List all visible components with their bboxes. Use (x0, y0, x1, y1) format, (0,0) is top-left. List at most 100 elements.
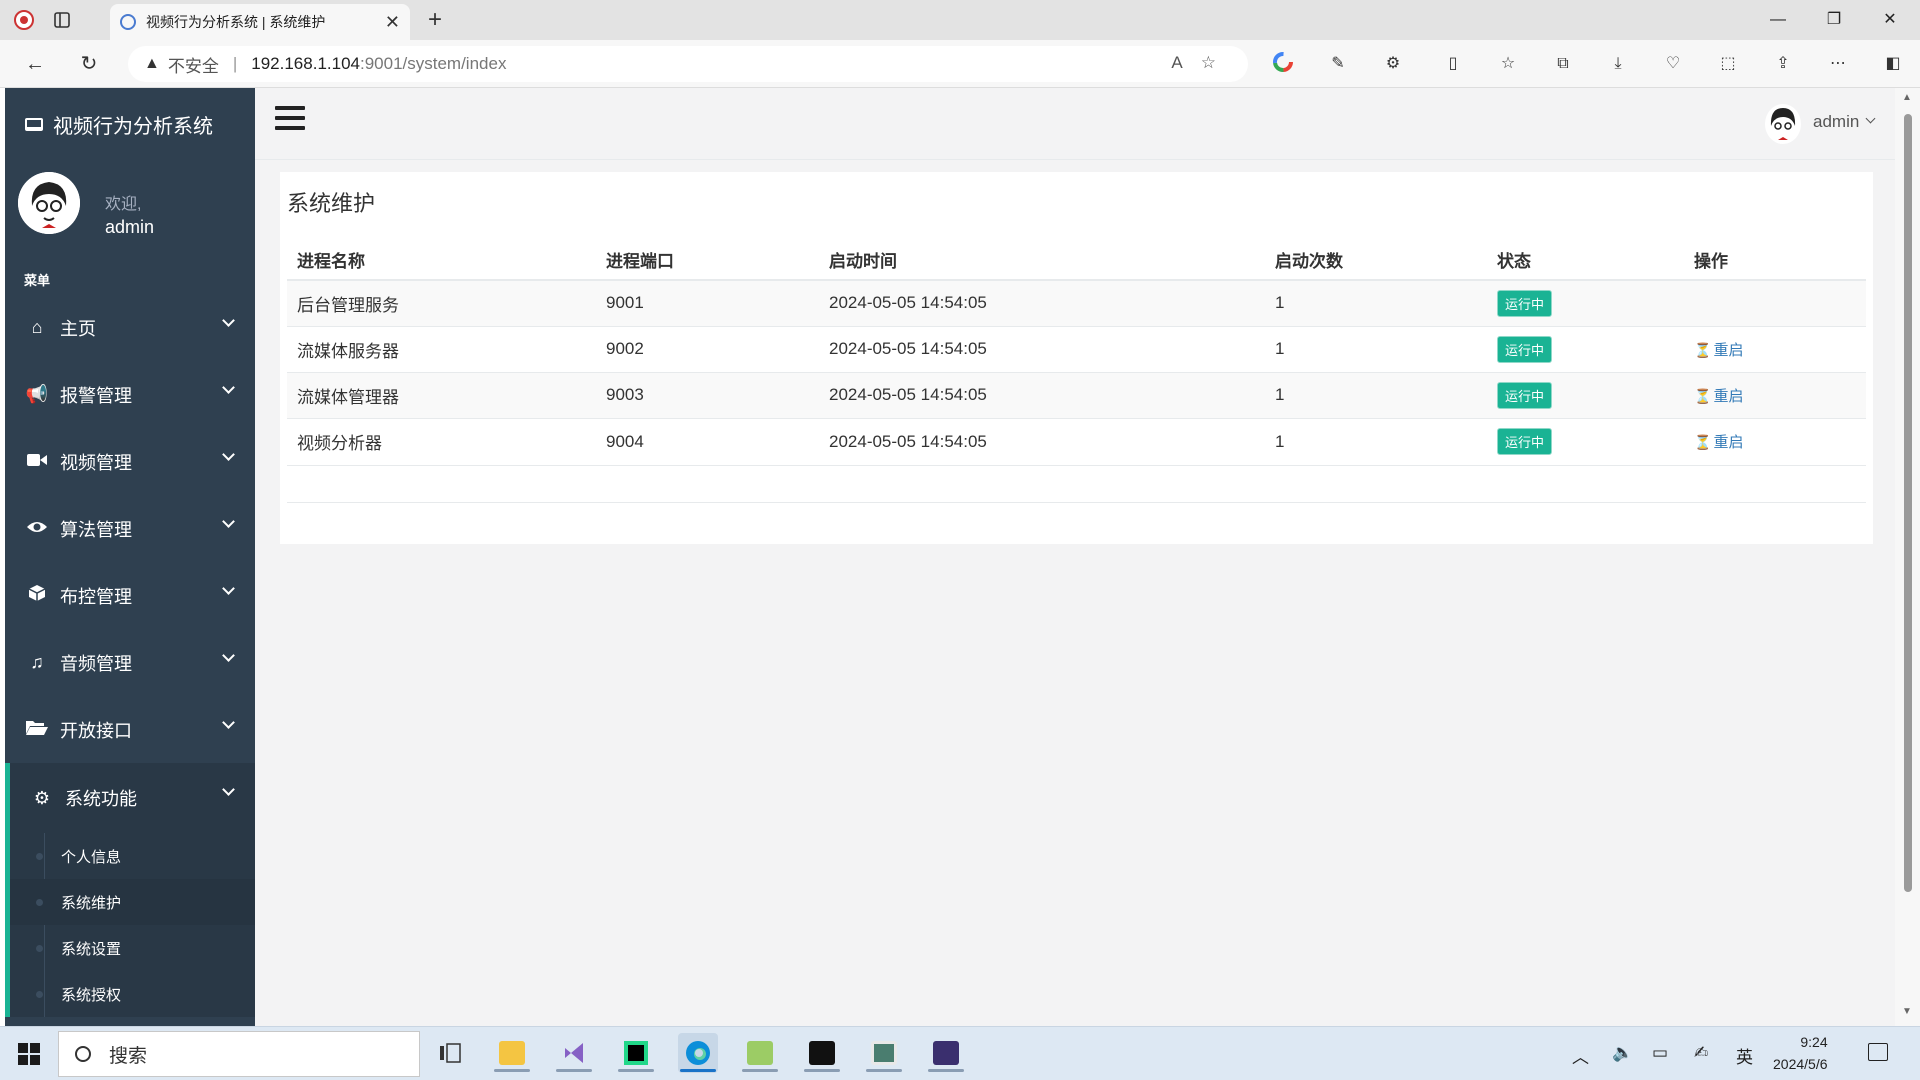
status-badge: 运行中 (1497, 381, 1553, 409)
restart-link[interactable]: ⏳ 重启 (1694, 388, 1743, 405)
avatar[interactable] (18, 172, 80, 234)
terminal-icon[interactable] (802, 1033, 842, 1073)
pen-input-icon[interactable]: ✍ (1694, 1043, 1708, 1063)
remote-desktop-icon[interactable] (864, 1033, 904, 1073)
hamburger-menu-icon[interactable] (275, 106, 305, 134)
tab-actions-icon[interactable] (48, 6, 76, 34)
process-port: 9002 (596, 326, 819, 373)
browser-profile-icon[interactable] (10, 6, 38, 34)
more-icon[interactable]: ⋯ (1825, 52, 1851, 76)
menu-item-algorithm[interactable]: 算法管理 (5, 495, 255, 562)
start-count: 1 (1265, 418, 1487, 466)
menu-item-open-api[interactable]: 开放接口 (5, 696, 255, 763)
restore-button[interactable]: ❐ (1814, 6, 1854, 34)
table-header-row: 进程名称 进程端口 启动时间 启动次数 状态 操作 (287, 240, 1866, 281)
menu-item-alarm[interactable]: 📢 报警管理 (5, 361, 255, 428)
tab-system-maintenance[interactable]: 视频行为分析系统 | 系统维护 ✕ (110, 4, 410, 40)
color-extension-icon[interactable] (1270, 52, 1296, 76)
menu-item-label: 主页 (60, 318, 96, 339)
page-scrollbar[interactable]: ▲ ▼ (1895, 88, 1920, 1026)
submenu-dot (36, 899, 43, 906)
favorites-icon[interactable]: ☆ (1495, 52, 1521, 76)
sidebar: 视频行为分析系统 欢迎, admin 菜单 ⌂ 主页 � (5, 88, 255, 1026)
menu-item-deploy[interactable]: 布控管理 (5, 562, 255, 629)
edge-browser-icon[interactable] (678, 1033, 718, 1073)
scroll-down-icon[interactable]: ▼ (1902, 1006, 1912, 1017)
extensions-icon[interactable]: ⚙ (1380, 52, 1406, 76)
url-bar[interactable]: ▲ 不安全 | 192.168.1.104 :9001/system/index… (128, 46, 1248, 82)
process-port: 9001 (596, 280, 819, 327)
menu-item-system[interactable]: ⚙ 系统功能 (5, 763, 255, 833)
taskbar-search-label: 搜索 (109, 1045, 148, 1067)
submenu-item-label: 系统授权 (61, 986, 122, 1004)
menu-item-label: 音频管理 (60, 653, 132, 674)
scroll-up-icon[interactable]: ▲ (1902, 92, 1912, 103)
restart-link[interactable]: ⏳ 重启 (1694, 342, 1743, 359)
taskbar-search[interactable]: 搜索 (58, 1031, 420, 1077)
menu-item-video[interactable]: 视频管理 (5, 428, 255, 495)
menu-item-label: 布控管理 (60, 586, 132, 607)
volume-icon[interactable]: 🔈 (1612, 1043, 1633, 1063)
chevron-down-icon (222, 381, 235, 394)
app-root: 视频行为分析系统 欢迎, admin 菜单 ⌂ 主页 � (5, 88, 1895, 1026)
restart-label: 重启 (1713, 434, 1744, 451)
chevron-down-icon[interactable] (1865, 113, 1876, 124)
minimize-button[interactable]: — (1758, 6, 1798, 34)
scroll-thumb[interactable] (1904, 114, 1912, 892)
visual-studio-icon[interactable] (554, 1033, 594, 1073)
refresh-button[interactable]: ↻ (74, 50, 104, 78)
windows-start-icon[interactable] (18, 1043, 40, 1065)
close-tab-icon[interactable]: ✕ (385, 12, 400, 33)
ime-indicator[interactable]: 英 (1736, 1043, 1753, 1068)
submenu-item-settings[interactable]: 系统设置 (10, 925, 255, 971)
screenshot-icon[interactable]: ⬚ (1715, 52, 1741, 76)
url-separator: | (232, 54, 238, 73)
header-username[interactable]: admin (1813, 112, 1859, 132)
browser-essentials-icon[interactable]: ♡ (1660, 52, 1686, 76)
column-header: 操作 (1684, 240, 1866, 281)
read-aloud-and-favorite-icons[interactable]: A☆ (1171, 53, 1234, 73)
clock-date[interactable]: 2024/5/6 (1773, 1056, 1828, 1072)
menu-item-audio[interactable]: ♫ 音频管理 (5, 629, 255, 696)
split-screen-icon[interactable]: ▯ (1440, 52, 1466, 76)
menu-item-home[interactable]: ⌂ 主页 (5, 294, 255, 361)
cube-icon (24, 584, 50, 607)
url-host: 192.168.1.104 (251, 54, 360, 73)
username[interactable]: admin (105, 217, 154, 238)
brand[interactable]: 视频行为分析系统 (5, 88, 255, 160)
start-time: 2024-05-05 14:54:05 (819, 280, 1265, 327)
header-avatar[interactable] (1765, 104, 1801, 144)
chevron-down-icon (222, 783, 235, 796)
system-submenu: 个人信息 系统维护 系统设置 系统授权 (5, 833, 255, 1017)
chevron-down-icon (222, 582, 235, 595)
tab-title: 视频行为分析系统 | 系统维护 (146, 14, 326, 30)
submenu-item-maintenance[interactable]: 系统维护 (10, 879, 255, 925)
task-view-icon[interactable] (430, 1033, 470, 1073)
command-prompt-icon[interactable] (926, 1033, 966, 1073)
restart-label: 重启 (1713, 387, 1744, 405)
page-title: 系统维护 (287, 191, 376, 216)
clock-time[interactable]: 9:24 (1790, 1034, 1838, 1050)
submenu-item-license[interactable]: 系统授权 (10, 971, 255, 1017)
new-tab-button[interactable]: + (420, 6, 450, 34)
close-window-button[interactable]: ✕ (1870, 6, 1910, 34)
file-explorer-icon[interactable] (492, 1033, 532, 1073)
notification-icon[interactable] (1868, 1043, 1888, 1061)
submenu-item-profile[interactable]: 个人信息 (10, 833, 255, 879)
collections-icon[interactable]: ⧉ (1550, 52, 1576, 76)
table-row: 流媒体管理器 9003 2024-05-05 14:54:05 1 运行中 ⏳ 重… (287, 372, 1866, 419)
page-loading-icon (120, 14, 136, 30)
downloads-icon[interactable]: ⤓ (1605, 52, 1631, 76)
show-hidden-icons[interactable]: ︿ (1572, 1043, 1589, 1068)
sidebar-toggle-icon[interactable]: ◧ (1880, 52, 1906, 76)
restart-link[interactable]: ⏳ 重启 (1694, 434, 1743, 451)
pen-extension-icon[interactable]: ✎ (1325, 52, 1351, 76)
back-button[interactable]: ← (20, 50, 50, 78)
pycharm-icon[interactable] (616, 1033, 656, 1073)
image-editor-icon[interactable] (740, 1033, 780, 1073)
network-icon[interactable]: ▭ (1652, 1043, 1668, 1063)
start-time: 2024-05-05 14:54:05 (819, 418, 1265, 466)
user-profile: 欢迎, admin (5, 160, 255, 268)
hourglass-icon: ⏳ (1694, 341, 1712, 358)
share-icon[interactable]: ⇪ (1770, 52, 1796, 76)
